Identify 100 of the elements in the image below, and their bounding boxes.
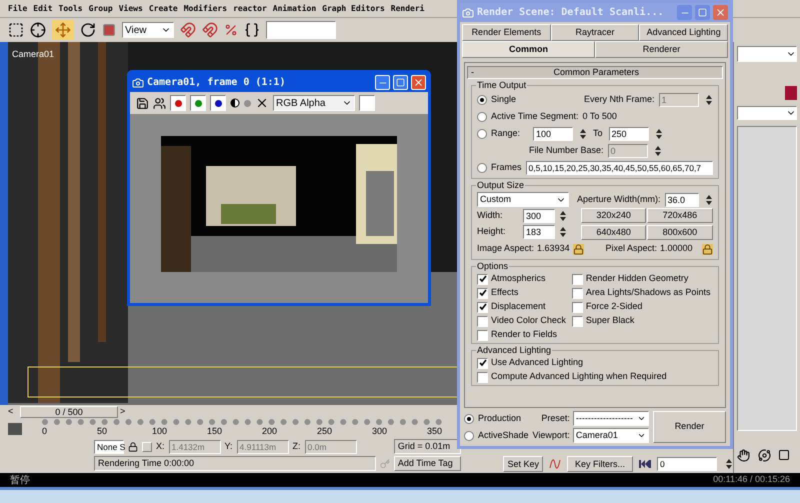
number-field[interactable]: 183 xyxy=(523,225,555,239)
pan-icon[interactable] xyxy=(737,448,750,462)
curve-icon[interactable] xyxy=(549,458,561,470)
spinner-arrows[interactable] xyxy=(579,126,587,140)
radio-button[interactable] xyxy=(464,414,474,424)
dropdown[interactable] xyxy=(737,46,797,62)
checkbox[interactable] xyxy=(477,372,488,382)
radio-button[interactable] xyxy=(477,94,487,104)
tab[interactable]: Common xyxy=(462,41,595,58)
number-field[interactable]: 36.0 xyxy=(664,192,699,206)
frames-field[interactable]: 0,5,10,15,20,25,30,35,40,45,50,55,60,65,70,7 xyxy=(526,161,713,175)
checkbox[interactable] xyxy=(572,316,583,326)
number-field[interactable]: 300 xyxy=(523,209,555,223)
radio-button[interactable] xyxy=(477,112,487,122)
lock-icon[interactable] xyxy=(572,244,584,254)
resolution-button[interactable]: 640x480 xyxy=(581,224,646,240)
minimize-button[interactable] xyxy=(677,5,692,20)
number-field[interactable]: 250 xyxy=(608,126,649,140)
color-swatch[interactable] xyxy=(359,95,375,111)
maximize-button[interactable] xyxy=(393,75,408,90)
key-filters-button[interactable]: Key Filters... xyxy=(567,456,633,472)
checkbox[interactable] xyxy=(572,302,583,312)
checkbox[interactable] xyxy=(477,274,488,284)
checkbox[interactable] xyxy=(572,274,583,284)
add-time-tag-button[interactable]: Add Time Tag xyxy=(394,456,462,471)
menu-item[interactable]: reactor xyxy=(233,2,267,14)
menu-item[interactable]: Edit xyxy=(33,2,53,14)
braces-icon[interactable] xyxy=(244,22,260,38)
percent-icon[interactable] xyxy=(224,23,238,37)
resolution-button[interactable]: 320x240 xyxy=(581,208,646,223)
menu-item[interactable]: Graph Editors xyxy=(322,2,385,14)
menu-item[interactable]: Renderi xyxy=(390,2,424,14)
spinner-arrows[interactable] xyxy=(654,144,662,158)
checkbox[interactable] xyxy=(477,330,488,340)
maximize-viewport-icon[interactable] xyxy=(778,449,790,461)
dropdown[interactable]: Camera01 xyxy=(572,428,649,443)
clone-icon[interactable] xyxy=(153,96,166,110)
spinner-arrows[interactable] xyxy=(704,192,713,206)
magnet-icon[interactable] xyxy=(180,22,196,38)
next-button[interactable]: > xyxy=(120,405,130,419)
dropdown[interactable] xyxy=(737,106,797,120)
radio-button[interactable] xyxy=(477,163,487,173)
radio-button[interactable] xyxy=(477,128,487,138)
channel-toggle[interactable] xyxy=(210,95,226,111)
menu-item[interactable]: Tools xyxy=(58,2,83,14)
tab[interactable]: Advanced Lighting xyxy=(639,24,728,41)
set-key-button[interactable]: Set Key xyxy=(503,456,543,472)
magnet-icon[interactable] xyxy=(202,22,218,38)
time-slider-thumb[interactable]: 0 / 500 xyxy=(20,406,118,418)
spinner-arrows[interactable] xyxy=(559,225,567,239)
menu-item[interactable]: Animation xyxy=(272,2,316,14)
selection-set-field[interactable] xyxy=(266,21,336,39)
menu-item[interactable]: Group xyxy=(88,2,113,14)
menu-item[interactable]: Create xyxy=(148,2,178,14)
checkbox[interactable] xyxy=(477,358,488,368)
spinner-arrows[interactable] xyxy=(704,92,713,106)
checkbox[interactable] xyxy=(477,302,488,312)
close-button[interactable] xyxy=(411,75,426,90)
scale-icon[interactable] xyxy=(102,23,116,37)
tab[interactable]: Renderer xyxy=(595,41,728,58)
select-region-icon[interactable] xyxy=(8,22,24,38)
channel-toggle[interactable] xyxy=(170,95,186,111)
monochrome-icon[interactable] xyxy=(230,98,240,108)
lock-icon[interactable] xyxy=(128,442,138,452)
checkbox[interactable] xyxy=(477,288,488,298)
lock-icon[interactable] xyxy=(702,244,713,254)
view-dropdown[interactable]: View xyxy=(122,22,174,38)
dropdown[interactable]: ------------------- xyxy=(572,411,649,426)
tab[interactable]: Render Elements xyxy=(462,24,551,41)
minimize-button[interactable] xyxy=(375,75,390,90)
radio-button[interactable] xyxy=(464,430,474,440)
maximize-button[interactable] xyxy=(695,5,710,20)
spinner-arrows[interactable] xyxy=(725,457,733,471)
render-button[interactable]: Render xyxy=(652,411,726,443)
prev-button[interactable]: < xyxy=(8,405,18,419)
resolution-button[interactable]: 800x600 xyxy=(647,224,713,240)
number-field[interactable]: 100 xyxy=(533,126,573,140)
rollout-header[interactable]: - Common Parameters xyxy=(467,66,723,79)
select-object-icon[interactable] xyxy=(30,22,46,38)
close-button[interactable] xyxy=(713,5,728,20)
resolution-button[interactable]: 720x486 xyxy=(647,208,713,223)
skip-icon[interactable] xyxy=(639,460,651,468)
frame-field[interactable]: 0 xyxy=(657,457,717,471)
checkbox[interactable] xyxy=(572,288,583,298)
menu-item[interactable]: File xyxy=(8,2,28,14)
clear-icon[interactable] xyxy=(255,96,269,110)
spinner-arrows[interactable] xyxy=(559,209,567,223)
spinner-arrows[interactable] xyxy=(654,126,663,140)
rotate-icon[interactable] xyxy=(80,22,96,38)
color-swatch[interactable] xyxy=(785,86,797,100)
channel-toggle[interactable] xyxy=(190,95,206,111)
preset-dropdown[interactable]: Custom xyxy=(477,192,569,207)
menu-item[interactable]: Modifiers xyxy=(184,2,228,14)
tab[interactable]: Raytracer xyxy=(550,24,640,41)
save-icon[interactable] xyxy=(136,96,149,110)
menu-item[interactable]: Views xyxy=(118,2,143,14)
move-button[interactable] xyxy=(52,20,74,40)
checkbox[interactable] xyxy=(477,316,488,326)
orbit-icon[interactable] xyxy=(758,448,771,462)
selection-field[interactable]: None S xyxy=(94,440,124,454)
